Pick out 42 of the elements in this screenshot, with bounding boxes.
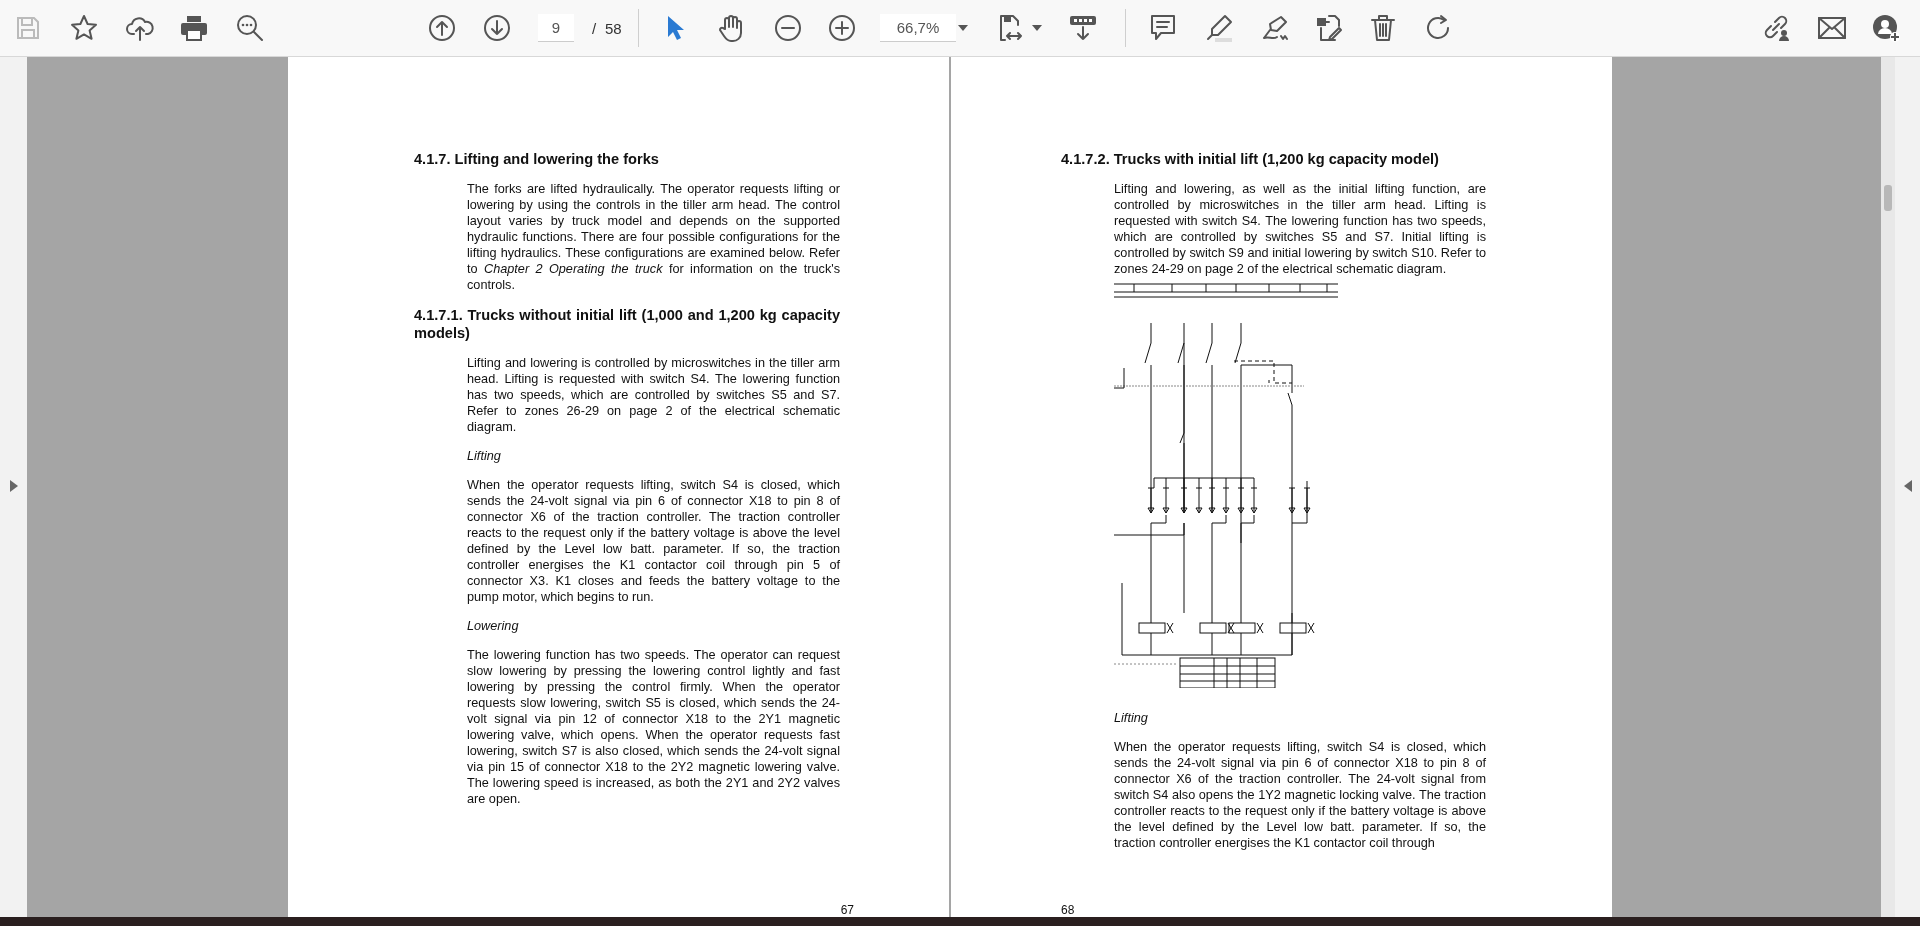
section-heading: 4.1.7.1. Trucks without initial lift (1,000 and 1,200 kg capacity models)	[414, 306, 840, 342]
body-paragraph: The forks are lifted hydraulically. The operator requests lifting or lowering by using the controls in the tiller arm head. The control layout varies by truck model and depends on the supported hydraulic functions. There are four possible configurations for the lifting hydraulics. These configurations are examined below. Refer to Chapter 2 Operating the truck for information on the truck's controls.	[467, 181, 840, 293]
subsection-label: Lifting	[1114, 710, 1149, 726]
pen-icon[interactable]	[1261, 14, 1291, 42]
hand-icon[interactable]	[718, 14, 744, 42]
caret-icon[interactable]	[958, 25, 968, 31]
section-heading: 4.1.7.2. Trucks with initial lift (1,200 kg capacity model)	[1061, 150, 1440, 168]
search-icon[interactable]	[236, 14, 264, 42]
scrollbar-thumb[interactable]	[1884, 185, 1892, 211]
section-heading: 4.1.7. Lifting and lowering the forks	[414, 150, 660, 168]
add-user-icon[interactable]	[1871, 13, 1901, 43]
highlighter-icon[interactable]	[1205, 14, 1233, 42]
page-fit-icon[interactable]	[998, 14, 1024, 42]
star-icon[interactable]	[70, 14, 98, 42]
comment-icon[interactable]	[1150, 14, 1176, 42]
next-page-icon[interactable]	[483, 14, 511, 42]
body-paragraph: Lifting and lowering is controlled by microswitches in the tiller arm head. Lifting is requested with switch S4. The lowering function has two speeds, which are controlled by switches S5 and S7. Refer to zones 26-29 on page 2 of the electrical schematic diagram.	[467, 355, 840, 435]
cloud-upload-icon[interactable]	[125, 14, 155, 42]
link-icon[interactable]	[1762, 14, 1792, 42]
zoom-out-icon[interactable]	[774, 14, 802, 42]
page-separator: /	[592, 19, 597, 37]
previous-page-icon[interactable]	[428, 14, 456, 42]
page-number: 67	[840, 903, 854, 917]
scroll-mode-icon[interactable]	[1069, 14, 1097, 42]
page-count: 58	[605, 19, 622, 37]
body-paragraph: When the operator requests lifting, switch S4 is closed, which sends the 24-volt signal via pin 6 of connector X18 to pin 8 of connector X6 of the traction controller. The traction controller reacts to the request only if the battery voltage is above the level defined by the Level low batt. parameter. If so, the traction controller energises the K1 contactor coil through pin 5 of connector X3. K1 closes and feeds the battery voltage to the pump motor, which begins to run.	[467, 477, 840, 605]
rotate-icon[interactable]	[1424, 14, 1452, 42]
document-edit-icon[interactable]	[1315, 14, 1343, 42]
subsection-label: Lifting	[467, 448, 502, 464]
page-number: 68	[1061, 903, 1075, 917]
trash-icon[interactable]	[1370, 14, 1396, 42]
page-number-field[interactable]: 9	[538, 14, 574, 42]
subsection-label: Lowering	[467, 618, 520, 634]
cursor-icon[interactable]	[666, 15, 686, 41]
mail-icon[interactable]	[1817, 16, 1847, 40]
body-paragraph: The lowering function has two speeds. The operator can request slow lowering by pressing the lowering control lightly and fast lowering by pressing the control firmly. When the operator requests slow lowering, switch S5 is closed, which sends the 24-volt signal via pin 12 of connector X18 to the 2Y1 magnetic lowering valve, which opens. When the operator requests fast lowering, switch S7 is also closed, which sends the 24-volt signal via pin 15 of connector X18 to the 2Y2 magnetic lowering valve. The lowering speed is increased, as both the 2Y1 and 2Y2 valves are open.	[467, 647, 840, 807]
zoom-in-icon[interactable]	[828, 14, 856, 42]
print-icon[interactable]	[180, 15, 208, 41]
body-paragraph: Lifting and lowering, as well as the initial lifting function, are controlled by microswitches in the tiller arm head. Lifting is requested with switch S4. The lowering function has two speeds, which are controlled by switches S5 and S7. Initial lifting is controlled by switch S9 and initial lowering by switch S10. Refer to zones 24-29 on page 2 of the electrical schematic diagram.	[1114, 181, 1486, 277]
zoom-field[interactable]: 66,7%	[880, 14, 956, 42]
body-paragraph: When the operator requests lifting, switch S4 is closed, which sends the 24-volt signal via pin 6 of connector X18 to pin 8 of connector X6 of the traction controller. The 24-volt signal from switch S4 also opens the 1Y2 magnetic locking valve. The traction controller reacts to the request only if the battery voltage is above the level defined by the Level low batt. parameter. If so, the traction controller energises the K1 contactor coil through	[1114, 739, 1486, 851]
caret-icon[interactable]	[1032, 25, 1042, 31]
